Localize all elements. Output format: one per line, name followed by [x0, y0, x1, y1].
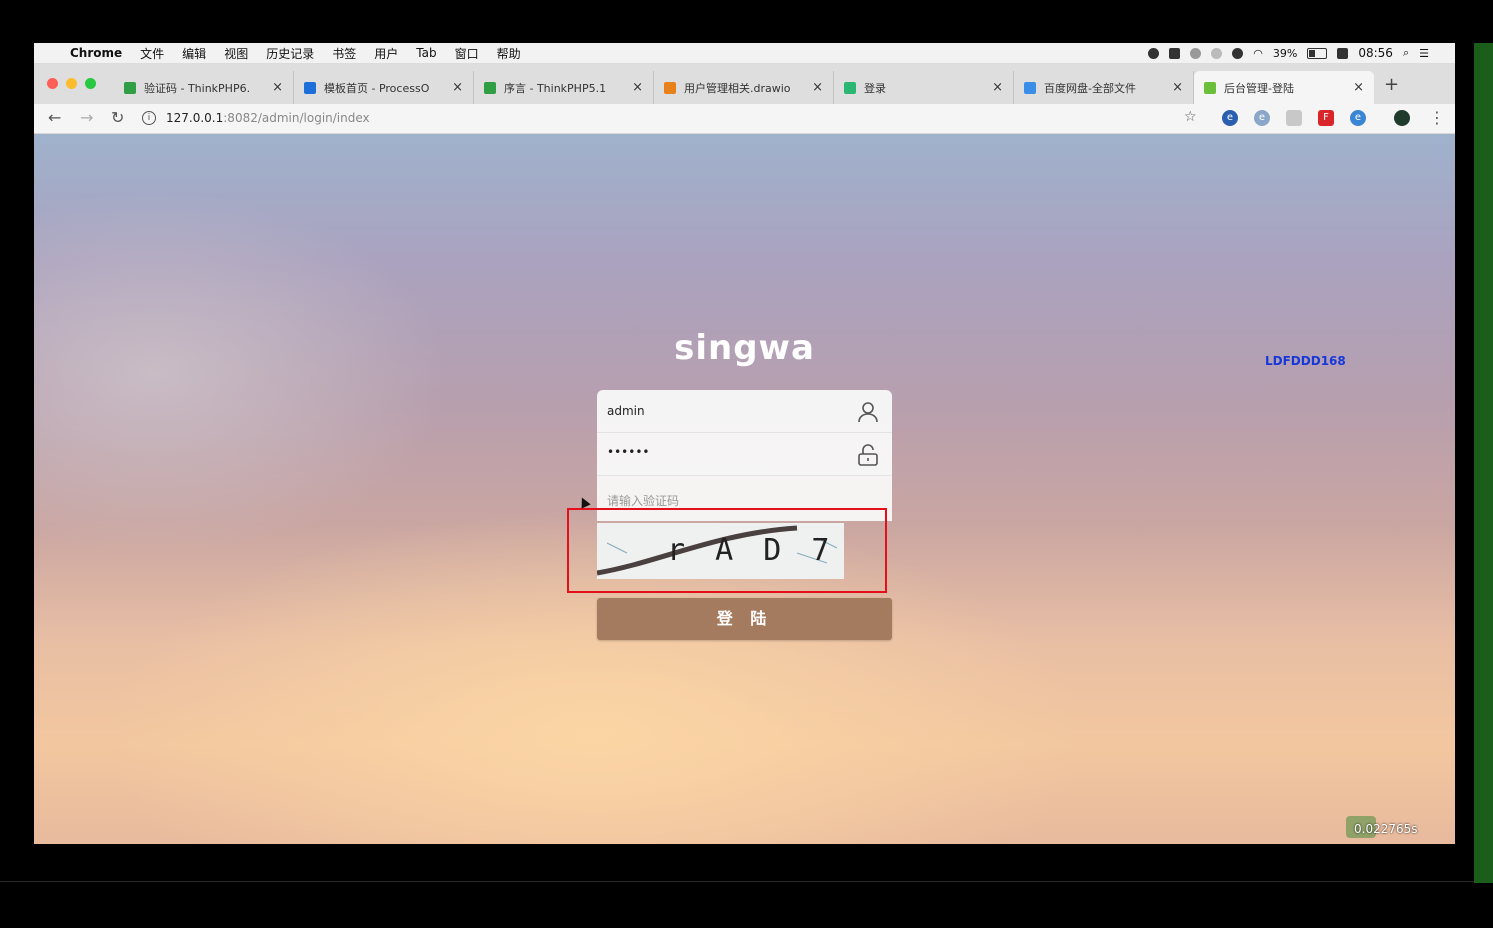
browser-toolbar: ← → ↻ i 127.0.0.1 :8082/admin/login/inde… [34, 104, 1455, 134]
pdf-extension-icon[interactable]: F [1318, 110, 1334, 126]
side-green-bar [1474, 43, 1493, 883]
close-tab-icon[interactable]: × [452, 80, 463, 95]
bookmark-star-icon[interactable]: ☆ [1184, 109, 1197, 125]
url-path: :8082/admin/login/index [223, 111, 370, 125]
tab-captcha[interactable]: 验证码 - ThinkPHP6. × [114, 71, 294, 104]
close-tab-icon[interactable]: × [632, 80, 643, 95]
menu-edit[interactable]: 编辑 [182, 45, 206, 62]
brand-title: singwa [674, 328, 815, 368]
vpn-icon[interactable] [1232, 47, 1244, 59]
tab-login[interactable]: 登录 × [834, 71, 1014, 104]
menu-window[interactable]: 窗口 [455, 45, 479, 62]
tab-admin-login[interactable]: 后台管理-登陆 × [1194, 71, 1374, 104]
bottom-divider [0, 881, 1474, 882]
menu-view[interactable]: 视图 [224, 45, 248, 62]
shield-icon[interactable] [1190, 47, 1202, 59]
user-icon [858, 402, 878, 423]
screen: Chrome 文件 编辑 视图 历史记录 书签 用户 Tab 窗口 帮助 ◠ 3… [34, 43, 1455, 844]
ie-extension-icon[interactable]: e [1222, 110, 1238, 126]
extension-icon[interactable]: e [1350, 110, 1366, 126]
tab-label: 登录 [864, 81, 886, 95]
page-timer: 0.022765s [1354, 822, 1418, 836]
tab-label: 用户管理相关.drawio [684, 81, 791, 95]
new-tab-button[interactable]: + [1384, 74, 1399, 95]
menu-bar: Chrome 文件 编辑 视图 历史记录 书签 用户 Tab 窗口 帮助 ◠ 3… [34, 43, 1455, 64]
tab-template-home[interactable]: 模板首页 - ProcessO × [294, 71, 474, 104]
site-info-icon[interactable]: i [142, 111, 156, 125]
reload-icon[interactable]: ↻ [111, 108, 124, 127]
tab-favicon-icon [844, 81, 856, 94]
record-icon[interactable] [1148, 47, 1160, 59]
tab-favicon-icon [484, 81, 496, 94]
menu-people[interactable]: 用户 [374, 45, 398, 62]
close-tab-icon[interactable]: × [1353, 80, 1364, 95]
username-field[interactable]: admin [597, 390, 892, 433]
extension-icon[interactable]: e [1254, 110, 1270, 126]
tab-baidu-netdisk[interactable]: 百度网盘-全部文件 × [1014, 71, 1194, 104]
close-tab-icon[interactable]: × [272, 80, 283, 95]
address-bar[interactable]: i 127.0.0.1 :8082/admin/login/index [142, 107, 1142, 129]
forward-icon[interactable]: → [80, 108, 93, 127]
password-field[interactable]: •••••• [597, 433, 892, 476]
lock-icon [858, 444, 878, 466]
tab-favicon-icon [1024, 81, 1036, 94]
tab-favicon-icon [124, 81, 136, 94]
zoom-window-button[interactable] [85, 78, 96, 89]
side-code-text: LDFDDD168 [1265, 354, 1346, 368]
tab-strip: 验证码 - ThinkPHP6. × 模板首页 - ProcessO × 序言 … [34, 64, 1455, 104]
password-value: •••••• [607, 445, 650, 459]
window-controls [47, 78, 96, 89]
profile-avatar[interactable] [1394, 110, 1410, 126]
url-host: 127.0.0.1 [166, 111, 224, 125]
wifi-icon[interactable]: ◠ [1253, 47, 1263, 60]
battery-percent: 39% [1272, 46, 1298, 60]
close-tab-icon[interactable]: × [1172, 80, 1183, 95]
tab-thinkphp-preface[interactable]: 序言 - ThinkPHP5.1 × [474, 71, 654, 104]
tab-label: 后台管理-登陆 [1224, 81, 1294, 95]
tab-drawio[interactable]: 用户管理相关.drawio × [654, 71, 834, 104]
login-form: admin •••••• 请输入验证码 [597, 390, 892, 521]
username-value: admin [607, 404, 645, 418]
tab-favicon-icon [304, 81, 316, 94]
menu-help[interactable]: 帮助 [497, 45, 521, 62]
more-menu-icon[interactable]: ⋮ [1429, 108, 1445, 127]
notification-center-icon[interactable]: ☰ [1419, 47, 1429, 60]
login-button[interactable]: 登 陆 [597, 598, 892, 640]
spotlight-search-icon[interactable]: ⌕ [1403, 46, 1409, 60]
menu-tab[interactable]: Tab [416, 46, 436, 60]
menu-history[interactable]: 历史记录 [266, 45, 314, 62]
moon-icon[interactable] [1211, 47, 1223, 59]
tab-label: 验证码 - ThinkPHP6. [144, 81, 251, 95]
tab-label: 序言 - ThinkPHP5.1 [504, 81, 607, 95]
clock[interactable]: 08:56 [1358, 46, 1393, 60]
tab-label: 模板首页 - ProcessO [324, 81, 430, 95]
captcha-placeholder: 请输入验证码 [607, 494, 680, 508]
battery-icon[interactable] [1307, 47, 1328, 59]
tab-label: 百度网盘-全部文件 [1044, 81, 1136, 95]
minimize-window-button[interactable] [66, 78, 77, 89]
app-tray-icon[interactable] [1169, 47, 1181, 59]
menu-file[interactable]: 文件 [140, 45, 164, 62]
menu-bookmarks[interactable]: 书签 [332, 45, 356, 62]
back-icon[interactable]: ← [48, 108, 61, 127]
tab-favicon-icon [664, 81, 676, 94]
close-tab-icon[interactable]: × [812, 80, 823, 95]
keyboard-icon[interactable] [1337, 47, 1349, 59]
captcha-highlight-box [567, 508, 887, 593]
close-tab-icon[interactable]: × [992, 80, 1003, 95]
tab-favicon-icon [1204, 81, 1216, 94]
mouse-cursor-icon [577, 495, 591, 509]
close-window-button[interactable] [47, 78, 58, 89]
menu-app-name[interactable]: Chrome [70, 46, 122, 60]
extension-icon[interactable] [1286, 110, 1302, 126]
login-page: singwa LDFDDD168 admin •••••• 请输入验证码 r A… [34, 134, 1455, 844]
